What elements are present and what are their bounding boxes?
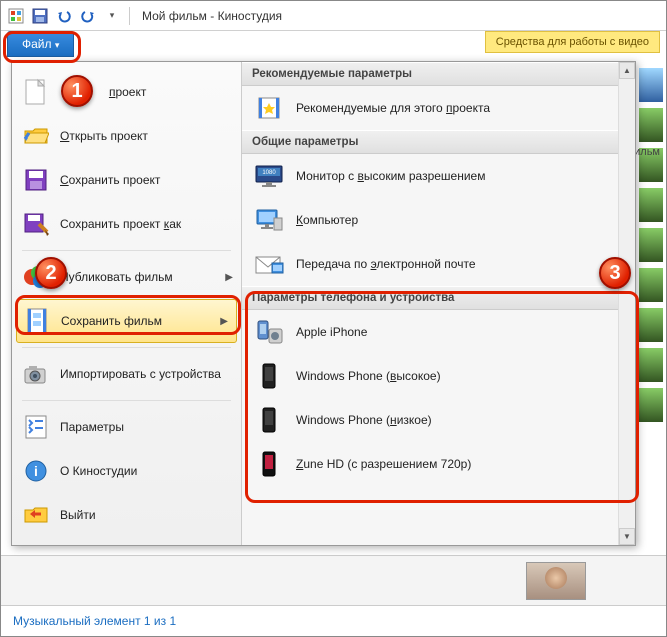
status-bar: Музыкальный элемент 1 из 1 xyxy=(1,605,666,636)
file-menu-right: Рекомендуемые параметры Рекомендуемые дл… xyxy=(242,62,635,545)
film-star-icon xyxy=(254,95,284,121)
menu-item-label: Выйти xyxy=(60,508,96,522)
svg-text:i: i xyxy=(34,463,38,479)
save-icon xyxy=(22,166,50,194)
phone-icon xyxy=(254,407,284,433)
partial-text: ильм xyxy=(634,146,660,158)
menu-item-label: Импортировать с устройства xyxy=(60,367,221,381)
save-as-icon xyxy=(22,210,50,238)
preset-label: Windows Phone (высокое) xyxy=(296,369,441,383)
webcam-thumbnail xyxy=(526,562,586,600)
preset-label: Apple iPhone xyxy=(296,325,367,339)
group-phone-device: Параметры телефона и устройства xyxy=(242,286,635,310)
redo-icon[interactable] xyxy=(79,7,97,25)
menu-item-save-project-as[interactable]: Сохранить проект как xyxy=(12,202,241,246)
menu-item-label: Сохранить проект как xyxy=(60,217,181,231)
file-tab[interactable]: Файл ▾ xyxy=(7,31,74,57)
menu-item-save-movie[interactable]: Сохранить фильм ▶ xyxy=(16,299,237,343)
menu-item-label: О Киностудии xyxy=(60,464,137,478)
menu-item-options[interactable]: Параметры xyxy=(12,405,241,449)
menu-item-exit[interactable]: Выйти xyxy=(12,493,241,537)
submenu-scrollbar[interactable]: ▲ ▼ xyxy=(618,62,635,545)
menu-item-about[interactable]: i О Киностудии xyxy=(12,449,241,493)
email-icon xyxy=(254,251,284,277)
context-tab-video-tools[interactable]: Средства для работы с видео xyxy=(485,31,660,53)
preset-zune-hd[interactable]: Zune HD (с разрешением 720p) xyxy=(242,442,635,486)
preset-hd-monitor[interactable]: 1080 Монитор с высоким разрешением xyxy=(242,154,635,198)
menu-item-label: Параметры xyxy=(60,420,124,434)
save-icon[interactable] xyxy=(31,7,49,25)
menu-item-label: Сохранить фильм xyxy=(61,314,162,328)
exit-icon xyxy=(22,501,50,529)
options-icon xyxy=(22,413,50,441)
preset-label: Монитор с высоким разрешением xyxy=(296,169,485,183)
preset-windows-phone-low[interactable]: Windows Phone (низкое) xyxy=(242,398,635,442)
menu-item-label: Открыть проект xyxy=(60,129,148,143)
group-recommended: Рекомендуемые параметры xyxy=(242,62,635,86)
preset-computer[interactable]: Компьютер xyxy=(242,198,635,242)
annotation-badge-1: 1 xyxy=(61,75,93,107)
iphone-icon xyxy=(254,319,284,345)
chevron-right-icon: ▶ xyxy=(225,272,233,283)
undo-icon[interactable] xyxy=(55,7,73,25)
quick-access-toolbar: ▾ Мой фильм - Киностудия xyxy=(1,1,666,31)
menu-item-label: Сохранить проект xyxy=(60,173,160,187)
scroll-up-icon[interactable]: ▲ xyxy=(619,62,635,79)
menu-item-new-project[interactable]: Создать проект xyxy=(12,70,241,114)
preview-strip xyxy=(1,555,666,605)
menu-item-save-project[interactable]: Сохранить проект xyxy=(12,158,241,202)
menu-item-open-project[interactable]: Открыть проект xyxy=(12,114,241,158)
menu-item-label: Публиковать фильм xyxy=(60,270,173,284)
preset-email[interactable]: Передача по электронной почте xyxy=(242,242,635,286)
preset-label: Zune HD (с разрешением 720p) xyxy=(296,457,471,471)
preset-label: Рекомендуемые для этого проекта xyxy=(296,101,490,115)
preset-recommended-project[interactable]: Рекомендуемые для этого проекта xyxy=(242,86,635,130)
monitor-hd-icon: 1080 xyxy=(254,163,284,189)
timeline-thumbnails xyxy=(636,61,666,556)
computer-icon xyxy=(254,207,284,233)
info-icon: i xyxy=(22,457,50,485)
file-menu: Создать проект Открыть проект Сохранить … xyxy=(11,61,636,546)
annotation-badge-2: 2 xyxy=(35,257,67,289)
preset-apple-iphone[interactable]: Apple iPhone xyxy=(242,310,635,354)
svg-text:1080: 1080 xyxy=(262,170,276,176)
bottom-area: Музыкальный элемент 1 из 1 xyxy=(1,555,666,636)
dropdown-icon[interactable]: ▾ xyxy=(103,7,121,25)
menu-item-import-device[interactable]: Импортировать с устройства xyxy=(12,352,241,396)
app-icon xyxy=(7,7,25,25)
scroll-down-icon[interactable]: ▼ xyxy=(619,528,635,545)
group-common: Общие параметры xyxy=(242,130,635,154)
preset-label: Windows Phone (низкое) xyxy=(296,413,432,427)
camera-import-icon xyxy=(22,360,50,388)
preset-windows-phone-high[interactable]: Windows Phone (высокое) xyxy=(242,354,635,398)
window-title: Мой фильм - Киностудия xyxy=(142,9,282,23)
zune-icon xyxy=(254,451,284,477)
annotation-badge-3: 3 xyxy=(599,257,631,289)
preset-label: Компьютер xyxy=(296,213,358,227)
chevron-right-icon: ▶ xyxy=(220,316,228,327)
preset-label: Передача по электронной почте xyxy=(296,257,476,271)
new-file-icon xyxy=(22,78,50,106)
phone-icon xyxy=(254,363,284,389)
folder-open-icon xyxy=(22,122,50,150)
film-save-icon xyxy=(23,307,51,335)
file-menu-left: Создать проект Открыть проект Сохранить … xyxy=(12,62,242,545)
